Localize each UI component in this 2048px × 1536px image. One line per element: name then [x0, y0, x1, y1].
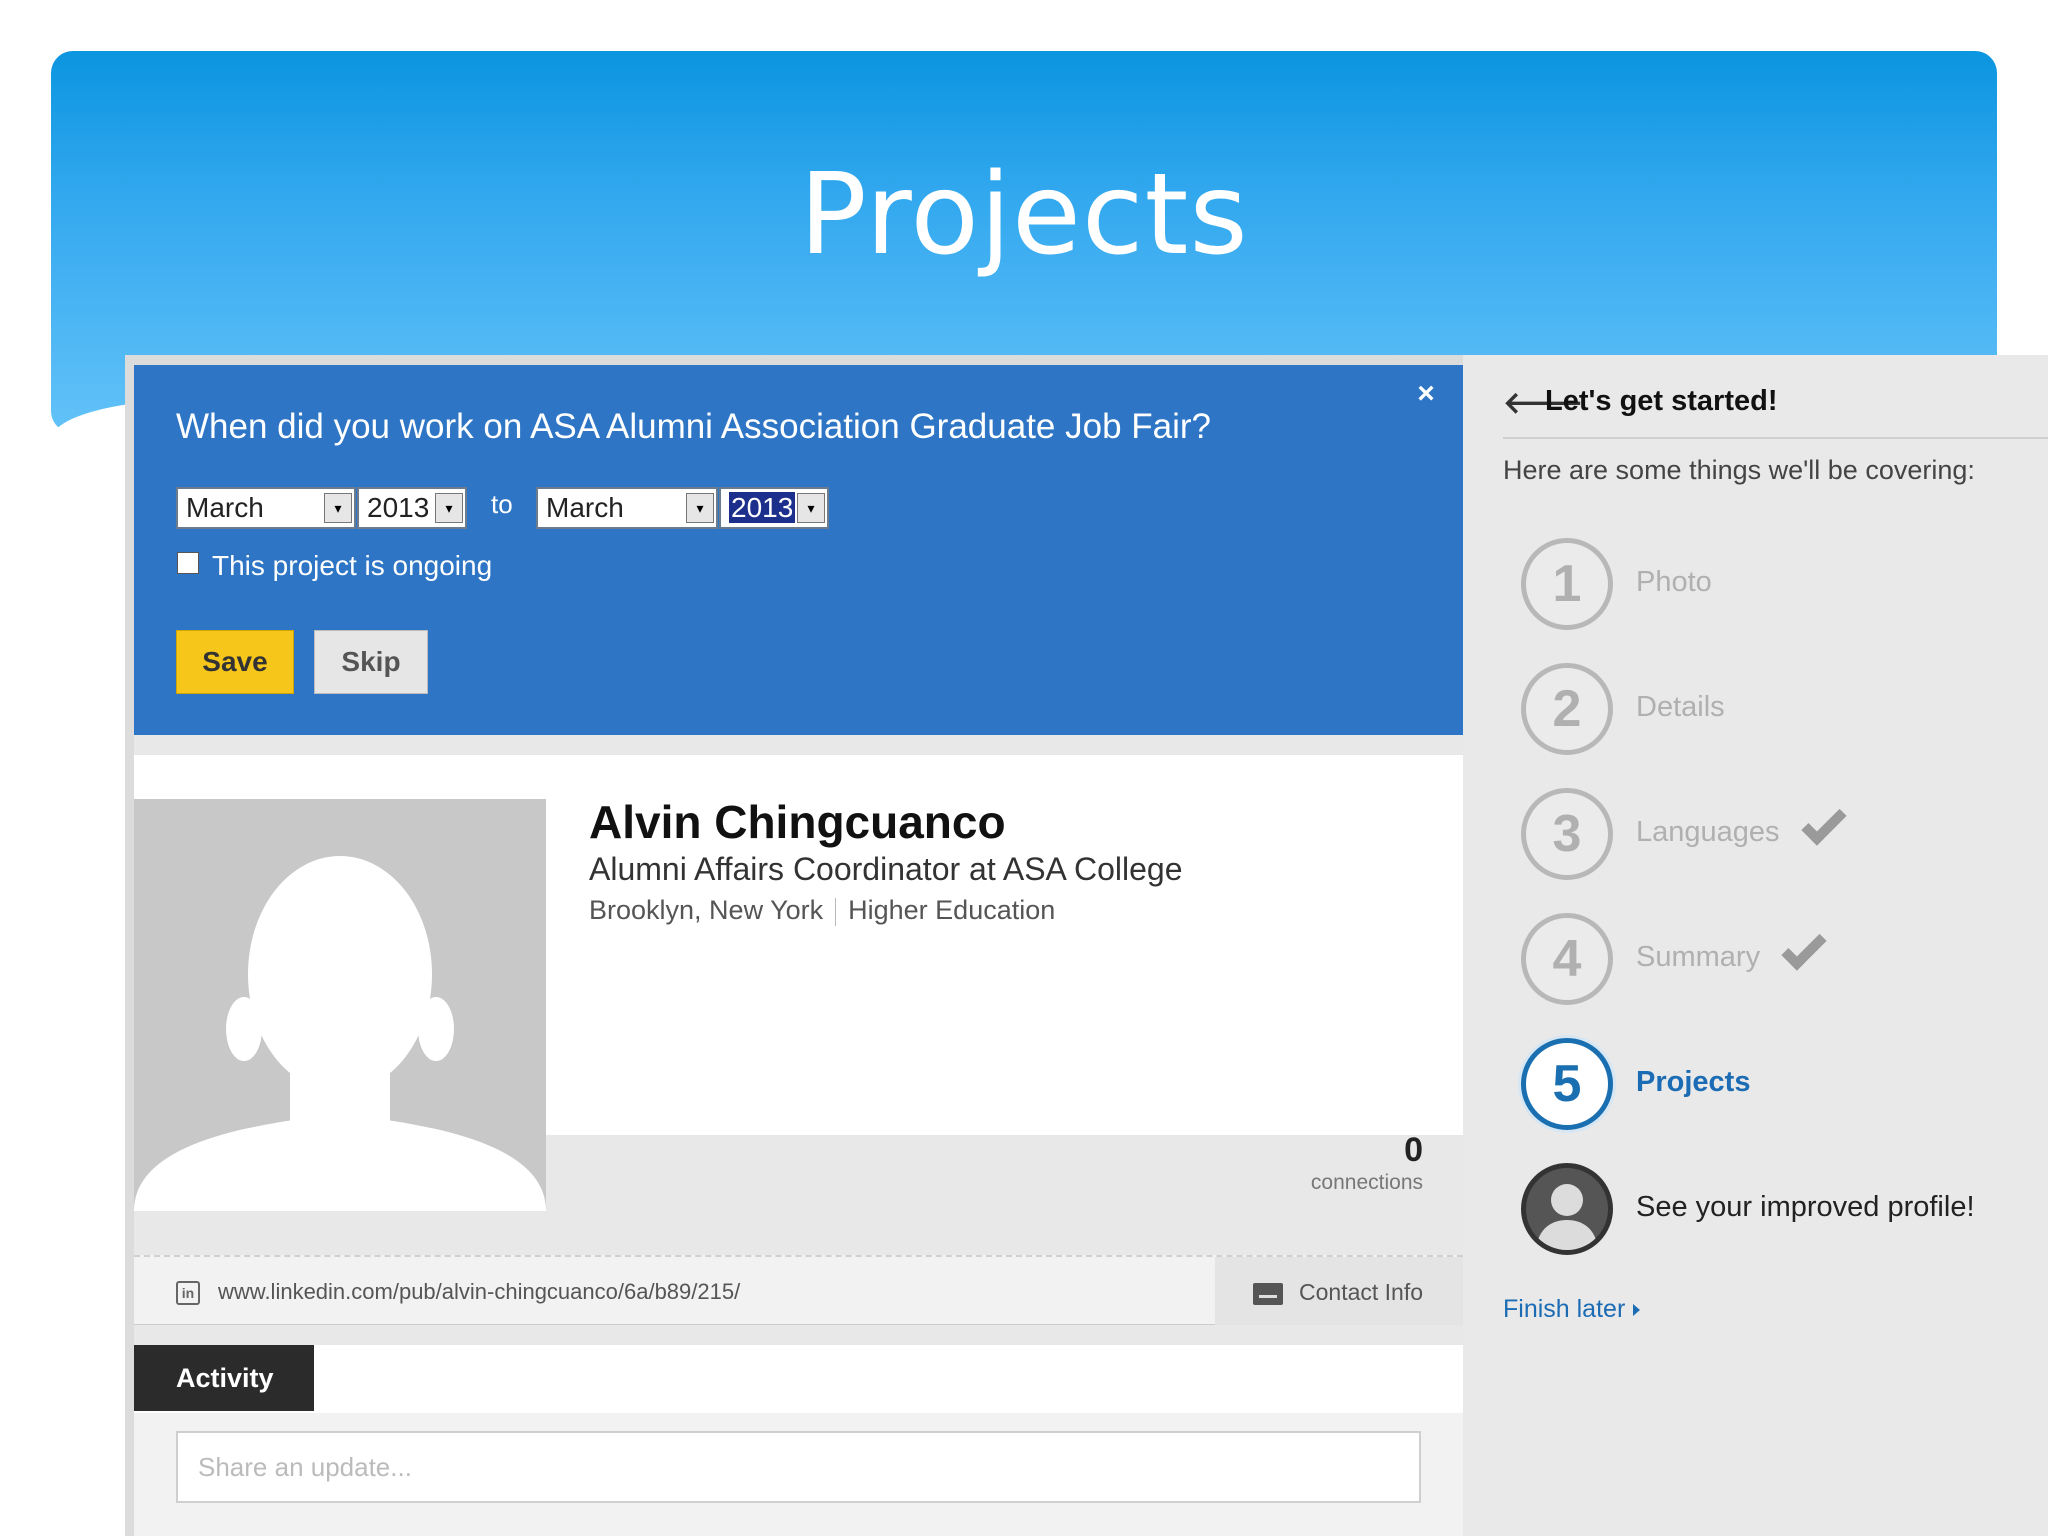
activity-tabs: Activity	[134, 1345, 1463, 1413]
contact-info-button[interactable]: Contact Info	[1215, 1257, 1463, 1325]
finish-later-link[interactable]: Finish later	[1503, 1295, 1641, 1324]
end-year-value: 2013	[727, 491, 797, 524]
step-number: 2	[1521, 663, 1613, 755]
project-date-editor: × When did you work on ASA Alumni Associ…	[134, 365, 1463, 735]
sidebar-title: Let's get started!	[1545, 385, 1778, 417]
connections-count: 0	[1404, 1131, 1423, 1169]
step-label: Languages	[1636, 816, 1780, 848]
step-label: See your improved profile!	[1636, 1191, 1975, 1223]
share-update-input[interactable]	[176, 1431, 1421, 1503]
step-label: Summary	[1636, 941, 1761, 973]
checkmark-icon	[1801, 800, 1847, 846]
step-photo[interactable]: 1 Photo	[1521, 538, 2041, 634]
guided-edit-sidebar: 🡐 Let's get started! Here are some thing…	[1463, 355, 2048, 1536]
end-year-select[interactable]: 2013 ▾	[719, 487, 829, 529]
start-year-value: 2013	[367, 492, 430, 523]
skip-button[interactable]: Skip	[314, 630, 428, 694]
public-profile-bar: in www.linkedin.com/pub/alvin-chingcuanc…	[134, 1255, 1463, 1325]
close-icon[interactable]: ×	[1411, 379, 1441, 409]
save-button[interactable]: Save	[176, 630, 294, 694]
sidebar-divider	[1503, 437, 2048, 439]
tab-activity[interactable]: Activity	[134, 1345, 314, 1411]
ongoing-checkbox-label[interactable]: This project is ongoing	[212, 550, 492, 582]
step-number: 3	[1521, 788, 1613, 880]
chevron-down-icon: ▾	[324, 493, 352, 523]
contact-info-label: Contact Info	[1299, 1279, 1424, 1305]
main-column: × When did you work on ASA Alumni Associ…	[134, 365, 1463, 1536]
step-number: 5	[1521, 1038, 1613, 1130]
step-number: 4	[1521, 913, 1613, 1005]
profile-card: Alvin Chingcuanco Alumni Affairs Coordin…	[134, 755, 1463, 1211]
chevron-down-icon: ▾	[797, 493, 825, 523]
profile-location[interactable]: Brooklyn, New York	[589, 895, 823, 925]
sidebar-subtitle: Here are some things we'll be covering:	[1503, 455, 1975, 485]
step-details[interactable]: 2 Details	[1521, 663, 2041, 759]
step-projects[interactable]: 5 Projects	[1521, 1038, 2041, 1134]
start-month-select[interactable]: March ▾	[176, 487, 356, 529]
date-range-separator: to	[491, 489, 513, 519]
connections-label: connections	[1310, 1171, 1423, 1194]
slide-title: Projects	[799, 150, 1249, 280]
avatar[interactable]	[134, 799, 546, 1211]
caret-right-icon	[1633, 1304, 1641, 1317]
chevron-down-icon: ▾	[435, 493, 463, 523]
start-year-select[interactable]: 2013 ▾	[357, 487, 467, 529]
start-month-value: March	[186, 492, 264, 523]
step-number: 1	[1521, 538, 1613, 630]
step-label: Details	[1636, 691, 1725, 723]
step-languages[interactable]: 3 Languages	[1521, 788, 2041, 884]
default-avatar-icon	[134, 799, 546, 1211]
public-profile-url[interactable]: www.linkedin.com/pub/alvin-chingcuanco/6…	[218, 1279, 740, 1305]
step-improved-profile[interactable]: See your improved profile!	[1521, 1163, 2041, 1259]
profile-name: Alvin Chingcuanco	[589, 796, 1006, 848]
ongoing-checkbox[interactable]	[177, 552, 199, 574]
meta-divider	[835, 897, 837, 926]
checkmark-icon	[1781, 925, 1827, 971]
profile-industry[interactable]: Higher Education	[848, 895, 1055, 925]
contact-card-icon	[1253, 1283, 1283, 1305]
chevron-down-icon: ▾	[686, 493, 714, 523]
profile-silhouette-icon	[1521, 1163, 1613, 1255]
end-month-value: March	[546, 492, 624, 523]
date-question: When did you work on ASA Alumni Associat…	[176, 407, 1212, 446]
share-area	[134, 1413, 1463, 1536]
profile-headline: Alumni Affairs Coordinator at ASA Colleg…	[589, 851, 1183, 887]
finish-later-label: Finish later	[1503, 1295, 1626, 1323]
end-month-select[interactable]: March ▾	[536, 487, 718, 529]
step-label: Photo	[1636, 566, 1712, 598]
step-label: Projects	[1636, 1066, 1751, 1098]
linkedin-icon: in	[176, 1281, 200, 1305]
profile-editor-screenshot: × When did you work on ASA Alumni Associ…	[125, 355, 2048, 1536]
step-summary[interactable]: 4 Summary	[1521, 913, 2041, 1009]
profile-meta: Brooklyn, New York Higher Education	[589, 895, 1055, 926]
